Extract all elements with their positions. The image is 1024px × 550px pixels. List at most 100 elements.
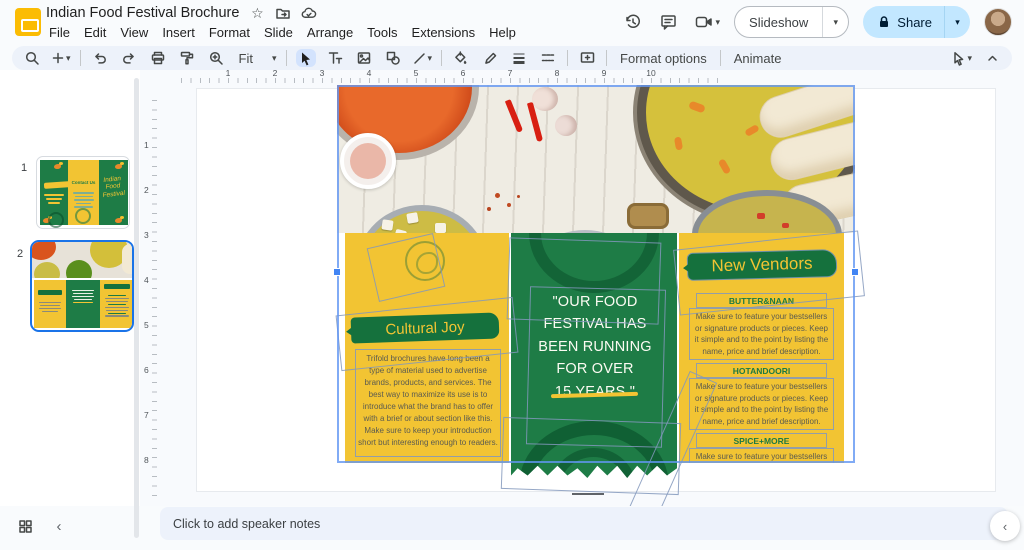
horizontal-ruler-numbers: 12345678910	[205, 70, 675, 78]
toolbar: ▾ Fit ▾ ▾ Format options Animate ▾	[12, 46, 1012, 70]
zoom-select-value[interactable]: Fit	[235, 51, 257, 66]
divider-line	[572, 493, 604, 495]
border-weight-icon[interactable]	[509, 49, 529, 67]
speaker-notes-placeholder: Click to add speaker notes	[173, 517, 320, 531]
format-options-button[interactable]: Format options	[616, 51, 711, 66]
garlic-bulb	[555, 115, 577, 136]
horizontal-ruler	[181, 78, 721, 83]
camera-caret-icon[interactable]: ▾	[716, 18, 721, 27]
leaf-motif-icon	[405, 241, 445, 281]
filmstrip-scrollbar[interactable]	[134, 78, 139, 538]
vendor-description[interactable]: Make sure to feature your bestsellers or…	[689, 308, 834, 360]
thumb2-right-panel	[100, 280, 134, 328]
slide-1-thumbnail[interactable]: Contact Us Indian Food Festival	[36, 156, 130, 229]
fill-color-icon[interactable]	[451, 49, 471, 67]
input-tools-icon[interactable]: ▾	[951, 51, 972, 66]
vertical-ruler-numbers: 12345678	[144, 123, 149, 483]
share-button[interactable]: Share ▾	[863, 6, 970, 38]
animate-button[interactable]: Animate	[730, 51, 786, 66]
text-box-icon[interactable]	[325, 49, 345, 67]
thumb2-food-image	[32, 242, 132, 278]
pot-handle	[627, 203, 669, 229]
quote-text[interactable]: "OUR FOOD FESTIVAL HAS BEEN RUNNING FOR …	[529, 291, 661, 403]
thumb2-left-panel	[34, 280, 66, 328]
menu-insert[interactable]: Insert	[155, 23, 202, 42]
red-chili	[505, 99, 523, 133]
slides-logo[interactable]	[15, 8, 41, 36]
select-tool-icon[interactable]	[296, 49, 316, 67]
zoom-icon[interactable]	[206, 49, 226, 67]
left-panel-body[interactable]: Trifold brochures have long been a type …	[355, 349, 501, 457]
star-icon[interactable]: ☆	[249, 5, 265, 21]
vendor-name[interactable]: BUTTER&NAAN	[696, 293, 827, 308]
comments-icon[interactable]	[658, 11, 680, 33]
show-side-panel-button[interactable]: ‹	[990, 511, 1020, 541]
brochure-center-panel[interactable]: "OUR FOOD FESTIVAL HAS BEEN RUNNING FOR …	[511, 233, 677, 478]
menu-format[interactable]: Format	[202, 23, 257, 42]
menu-file[interactable]: File	[42, 23, 77, 42]
menu-arrange[interactable]: Arrange	[300, 23, 360, 42]
menu-tools[interactable]: Tools	[360, 23, 404, 42]
slideshow-dropdown[interactable]: ▾	[822, 7, 848, 37]
cloud-saved-icon[interactable]	[301, 5, 317, 21]
move-folder-icon[interactable]	[275, 5, 291, 21]
menu-view[interactable]: View	[113, 23, 155, 42]
menu-help[interactable]: Help	[482, 23, 523, 42]
thumb1-title: Indian Food Festival	[99, 175, 127, 200]
brochure-right-panel[interactable]: New Vendors BUTTER&NAAN Make sure to fea…	[679, 233, 844, 463]
share-label[interactable]: Share	[897, 15, 932, 30]
collapse-filmstrip-icon[interactable]: ‹	[48, 515, 70, 537]
brochure-left-panel[interactable]: Cultural Joy Trifold brochures have long…	[345, 233, 509, 463]
menu-extensions[interactable]: Extensions	[405, 23, 483, 42]
app-header: Indian Food Festival Brochure ☆ File Edi…	[0, 0, 1024, 44]
slide-filmstrip: 1 Contact Us Indian Food Festival 2	[0, 70, 140, 506]
document-title[interactable]: Indian Food Festival Brochure	[46, 5, 239, 21]
garlic-bulb	[532, 87, 558, 111]
food-photo[interactable]	[337, 85, 855, 233]
zoom-select[interactable]: Fit ▾	[235, 51, 277, 66]
add-comment-icon[interactable]	[577, 49, 597, 67]
thumb1-right-panel: Indian Food Festival	[99, 160, 128, 225]
vendor-description[interactable]: Make sure to feature your bestsellers or…	[689, 448, 834, 463]
insert-image-icon[interactable]	[354, 49, 374, 67]
left-panel-heading-banner[interactable]: Cultural Joy	[351, 312, 500, 343]
vertical-ruler	[152, 100, 157, 500]
grid-view-icon[interactable]	[14, 515, 36, 537]
undo-icon[interactable]	[90, 49, 110, 67]
speaker-notes[interactable]: Click to add speaker notes	[160, 507, 1008, 540]
slideshow-label[interactable]: Slideshow	[735, 7, 822, 37]
slide-canvas[interactable]: 12345678910 12345678	[140, 70, 1024, 506]
search-menus-icon[interactable]	[22, 49, 42, 67]
thumb1-center-panel: Contact Us	[68, 160, 99, 225]
print-icon[interactable]	[148, 49, 168, 67]
slide-2-thumbnail[interactable]	[30, 240, 134, 332]
vendor-description[interactable]: Make sure to feature your bestsellers or…	[689, 378, 834, 430]
hide-menus-icon[interactable]	[982, 49, 1002, 67]
palak-pot	[520, 230, 650, 233]
paneer-rice-bowl	[357, 205, 487, 233]
vendor-name[interactable]: SPICE+MORE	[696, 433, 827, 448]
selection-handle-left[interactable]	[333, 268, 341, 276]
thumb2-center-panel	[66, 280, 100, 328]
insert-shape-icon[interactable]	[383, 49, 403, 67]
right-panel-heading-banner[interactable]: New Vendors	[687, 249, 838, 281]
redo-icon[interactable]	[119, 49, 139, 67]
meet-camera-button[interactable]: ▾	[694, 13, 721, 31]
version-history-icon[interactable]	[622, 11, 644, 33]
left-panel-heading: Cultural Joy	[385, 318, 465, 338]
menu-slide[interactable]: Slide	[257, 23, 300, 42]
right-panel-heading: New Vendors	[711, 254, 813, 277]
lock-icon	[877, 15, 891, 29]
insert-line-icon[interactable]: ▾	[412, 51, 433, 66]
menu-edit[interactable]: Edit	[77, 23, 113, 42]
border-dash-icon[interactable]	[538, 49, 558, 67]
slide-1-number: 1	[21, 162, 27, 174]
selection-handle-right[interactable]	[851, 268, 859, 276]
account-avatar[interactable]	[984, 8, 1012, 36]
vendor-name[interactable]: HOTANDOORI	[696, 363, 827, 378]
border-color-icon[interactable]	[480, 49, 500, 67]
share-dropdown[interactable]: ▾	[944, 6, 970, 38]
new-slide-button[interactable]: ▾	[51, 51, 71, 65]
slideshow-button[interactable]: Slideshow ▾	[734, 6, 849, 38]
paint-format-icon[interactable]	[177, 49, 197, 67]
